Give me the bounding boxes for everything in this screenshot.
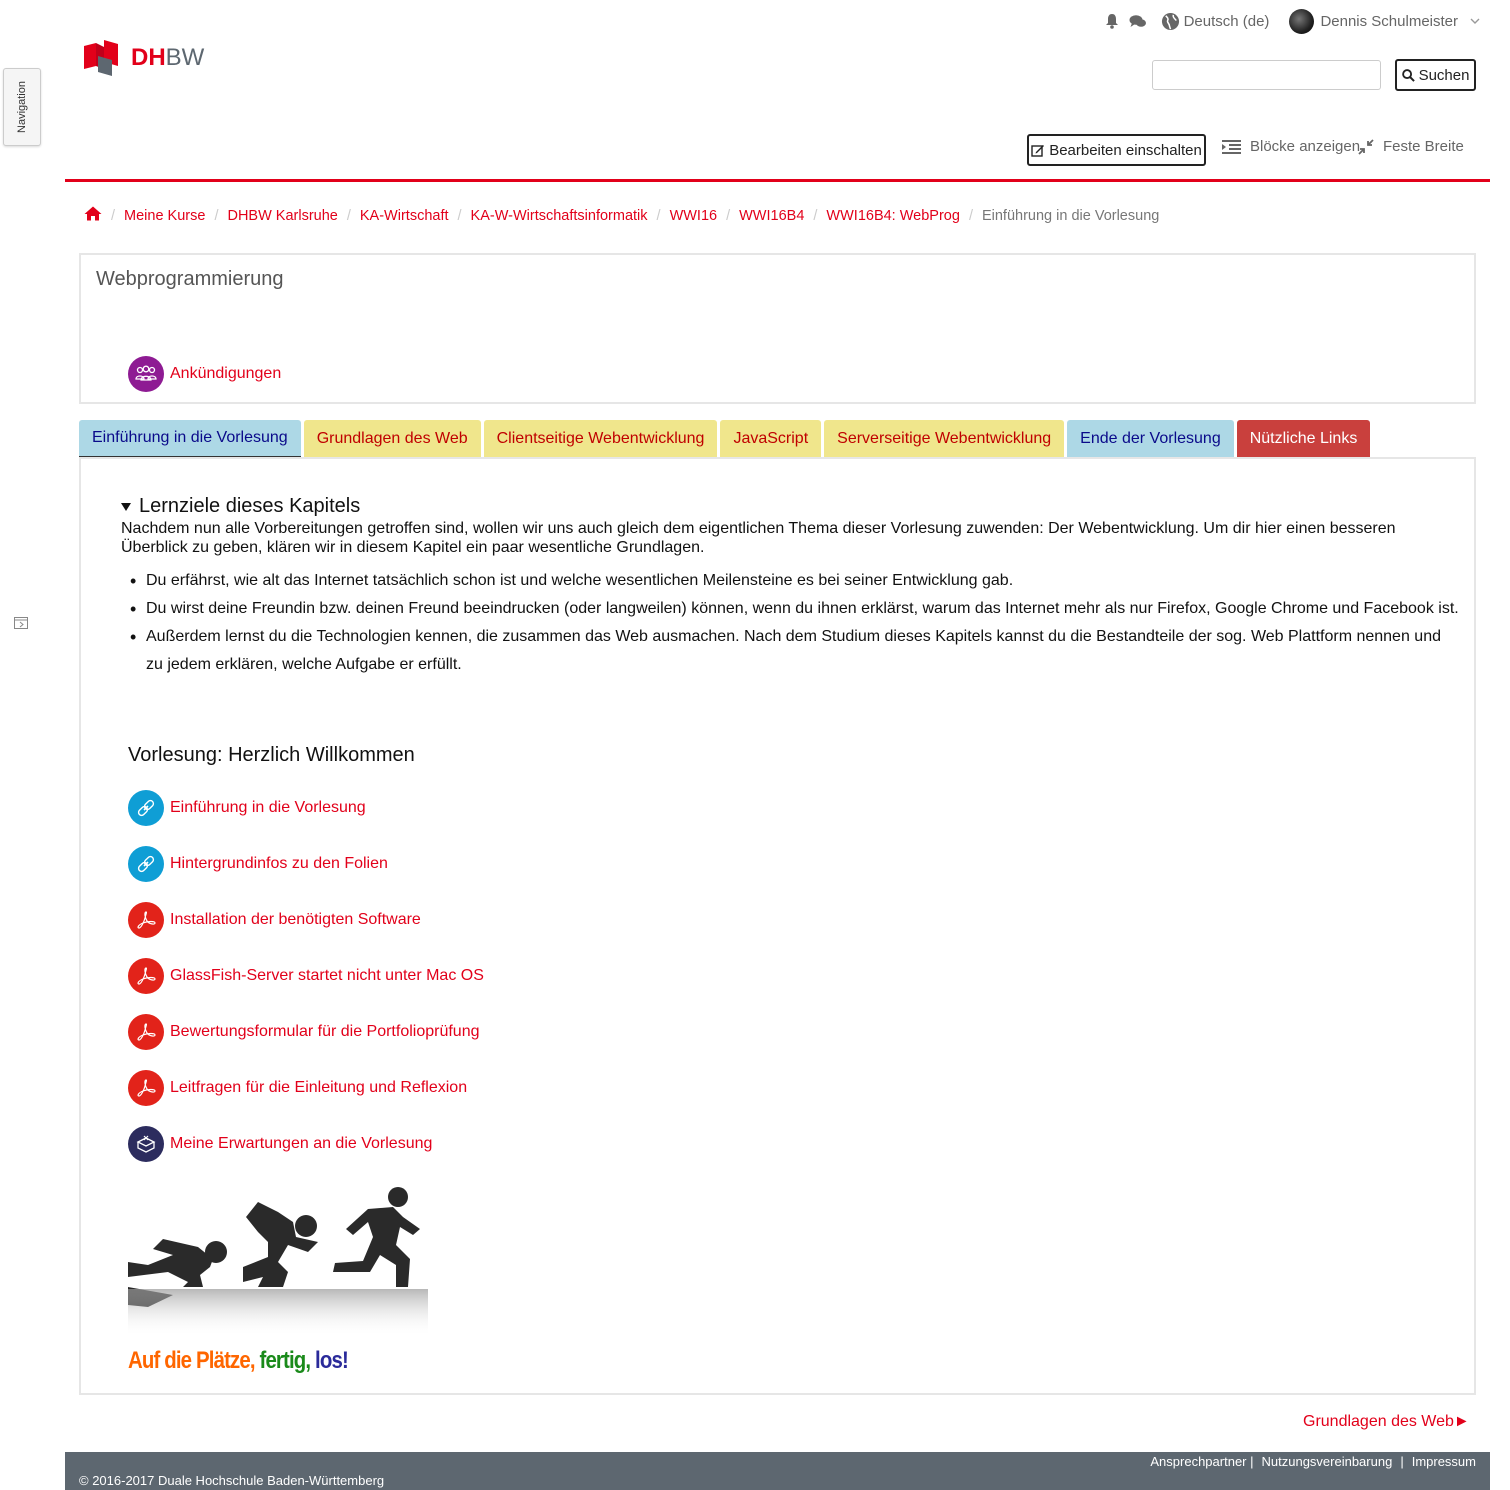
tab-links[interactable]: Nützliche Links xyxy=(1236,420,1371,458)
tab-clientseitig[interactable]: Clientseitige Webentwicklung xyxy=(483,420,718,458)
navigation-label: Navigation xyxy=(16,81,28,133)
activity-link[interactable]: Leitfragen für die Einleitung und Reflex… xyxy=(128,1070,467,1106)
messages-icon[interactable] xyxy=(1129,14,1147,29)
feedback-icon xyxy=(128,1126,164,1162)
list-item: Du erfährst, wie alt das Internet tatsäc… xyxy=(121,567,1461,595)
tab-serverseitig[interactable]: Serverseitige Webentwicklung xyxy=(824,420,1065,458)
edit-mode-button[interactable]: Bearbeiten einschalten xyxy=(1027,134,1206,166)
forum-icon xyxy=(128,356,164,392)
goals-list: Du erfährst, wie alt das Internet tatsäc… xyxy=(121,567,1461,679)
user-menu[interactable]: Dennis Schulmeister xyxy=(1289,8,1480,34)
fixed-width-label: Feste Breite xyxy=(1383,138,1464,155)
search-icon xyxy=(1401,68,1415,82)
pdf-icon xyxy=(128,1014,164,1050)
breadcrumb-current: Einführung in die Vorlesung xyxy=(981,207,1160,224)
list-item: Du wirst deine Freundin bzw. deinen Freu… xyxy=(121,595,1461,623)
url-icon xyxy=(128,846,164,882)
breadcrumb-item[interactable]: Meine Kurse xyxy=(124,208,205,224)
bell-icon[interactable] xyxy=(1105,13,1119,29)
activity-link[interactable]: Meine Erwartungen an die Vorlesung xyxy=(128,1126,432,1162)
breadcrumb-item[interactable]: WWI16B4 xyxy=(739,208,804,224)
activity-link[interactable]: Installation der benötigten Software xyxy=(128,902,421,938)
breadcrumb-item[interactable]: WWI16B4: WebProg xyxy=(826,208,960,224)
slogan: Auf die Plätze, fertig, los! xyxy=(128,1347,349,1374)
footer-link-terms[interactable]: Nutzungsvereinbarung xyxy=(1262,1454,1393,1469)
footer-separator: | xyxy=(1400,1454,1404,1469)
tab-einfuehrung[interactable]: Einführung in die Vorlesung xyxy=(79,420,301,458)
show-blocks-label: Blöcke anzeigen xyxy=(1250,138,1361,155)
goals-summary[interactable]: Lernziele dieses Kapitels xyxy=(121,495,360,518)
url-icon xyxy=(128,790,164,826)
search-button[interactable]: Suchen xyxy=(1395,59,1476,91)
activity-link[interactable]: GlassFish-Server startet nicht unter Mac… xyxy=(128,958,484,994)
activity-label: GlassFish-Server startet nicht unter Mac… xyxy=(170,967,484,984)
show-blocks-toggle[interactable]: Blöcke anzeigen xyxy=(1222,138,1360,155)
announcements-label: Ankündigungen xyxy=(170,365,282,382)
user-name: Dennis Schulmeister xyxy=(1320,12,1458,30)
breadcrumb: / Meine Kurse / DHBW Karlsruhe / KA-Wirtsc… xyxy=(84,206,1159,225)
footer: Ansprechpartner | Nutzungsvereinbarung |… xyxy=(65,1452,1490,1490)
section-title: Vorlesung: Herzlich Willkommen xyxy=(128,744,415,766)
dhbw-logo-text: DHBW xyxy=(131,44,205,71)
footer-copyright: © 2016-2017 Duale Hochschule Baden-Württ… xyxy=(79,1473,385,1488)
announcements-link[interactable]: Ankündigungen xyxy=(128,356,281,392)
home-icon[interactable] xyxy=(84,206,102,225)
activity-label: Hintergrundinfos zu den Folien xyxy=(170,855,388,872)
block-dock-icon[interactable] xyxy=(14,617,28,629)
breadcrumb-item[interactable]: DHBW Karlsruhe xyxy=(227,208,337,224)
header-divider xyxy=(65,179,1490,182)
compress-icon xyxy=(1358,138,1374,155)
pdf-icon xyxy=(128,1070,164,1106)
list-item: Außerdem lernst du die Technologien kenn… xyxy=(121,623,1461,679)
activity-label: Leitfragen für die Einleitung und Reflex… xyxy=(170,1079,468,1096)
activity-label: Installation der benötigten Software xyxy=(170,911,421,928)
course-header-section: Webprogrammierung Ankündigungen xyxy=(79,253,1476,404)
avatar xyxy=(1289,8,1315,34)
navigation-drawer-toggle[interactable]: Navigation xyxy=(3,68,41,146)
activity-link[interactable]: Bewertungsformular für die Portfolioprüf… xyxy=(128,1014,480,1050)
activity-label: Meine Erwartungen an die Vorlesung xyxy=(170,1135,433,1152)
breadcrumb-item[interactable]: KA-W-Wirtschaftsinformatik xyxy=(471,208,648,224)
activity-link[interactable]: Einführung in die Vorlesung xyxy=(128,790,366,826)
language-menu[interactable]: Deutsch (de) xyxy=(1161,12,1270,31)
search-input[interactable] xyxy=(1152,60,1381,90)
goals-intro: Nachdem nun alle Vorbereitungen getroffe… xyxy=(121,520,1396,556)
tab-javascript[interactable]: JavaScript xyxy=(720,420,822,458)
topic-tabs: Einführung in die Vorlesung Grundlagen d… xyxy=(79,420,1371,458)
course-title: Webprogrammierung xyxy=(96,268,284,290)
footer-link-imprint[interactable]: Impressum xyxy=(1412,1454,1476,1469)
chevron-down-icon xyxy=(1470,18,1480,24)
edit-mode-label: Bearbeiten einschalten xyxy=(1049,141,1202,159)
activity-link[interactable]: Hintergrundinfos zu den Folien xyxy=(128,846,388,882)
caret-down-icon xyxy=(121,502,131,511)
search-button-label: Suchen xyxy=(1418,66,1470,84)
runners-illustration xyxy=(128,1187,428,1337)
pdf-icon xyxy=(128,958,164,994)
goals-heading: Lernziele dieses Kapitels xyxy=(139,495,361,517)
indent-list-icon xyxy=(1222,139,1241,154)
breadcrumb-item[interactable]: WWI16 xyxy=(670,208,718,224)
fixed-width-toggle[interactable]: Feste Breite xyxy=(1358,138,1464,155)
edit-icon xyxy=(1031,145,1045,157)
activity-label: Bewertungsformular für die Portfolioprüf… xyxy=(170,1023,480,1040)
topic-content: Lernziele dieses Kapitels Nachdem nun al… xyxy=(79,457,1476,1395)
activity-label: Einführung in die Vorlesung xyxy=(170,799,366,816)
footer-link-contact[interactable]: Ansprechpartner | xyxy=(1150,1454,1253,1469)
tab-grundlagen[interactable]: Grundlagen des Web xyxy=(303,420,481,458)
tab-ende[interactable]: Ende der Vorlesung xyxy=(1067,420,1234,458)
language-label: Deutsch (de) xyxy=(1183,12,1270,30)
pdf-icon xyxy=(128,902,164,938)
top-navbar: Deutsch (de) Dennis Schulmeister xyxy=(1105,6,1480,36)
breadcrumb-item[interactable]: KA-Wirtschaft xyxy=(360,208,449,224)
next-topic-link[interactable]: Grundlagen des Web► xyxy=(1303,1413,1470,1431)
globe-icon xyxy=(1161,12,1179,30)
